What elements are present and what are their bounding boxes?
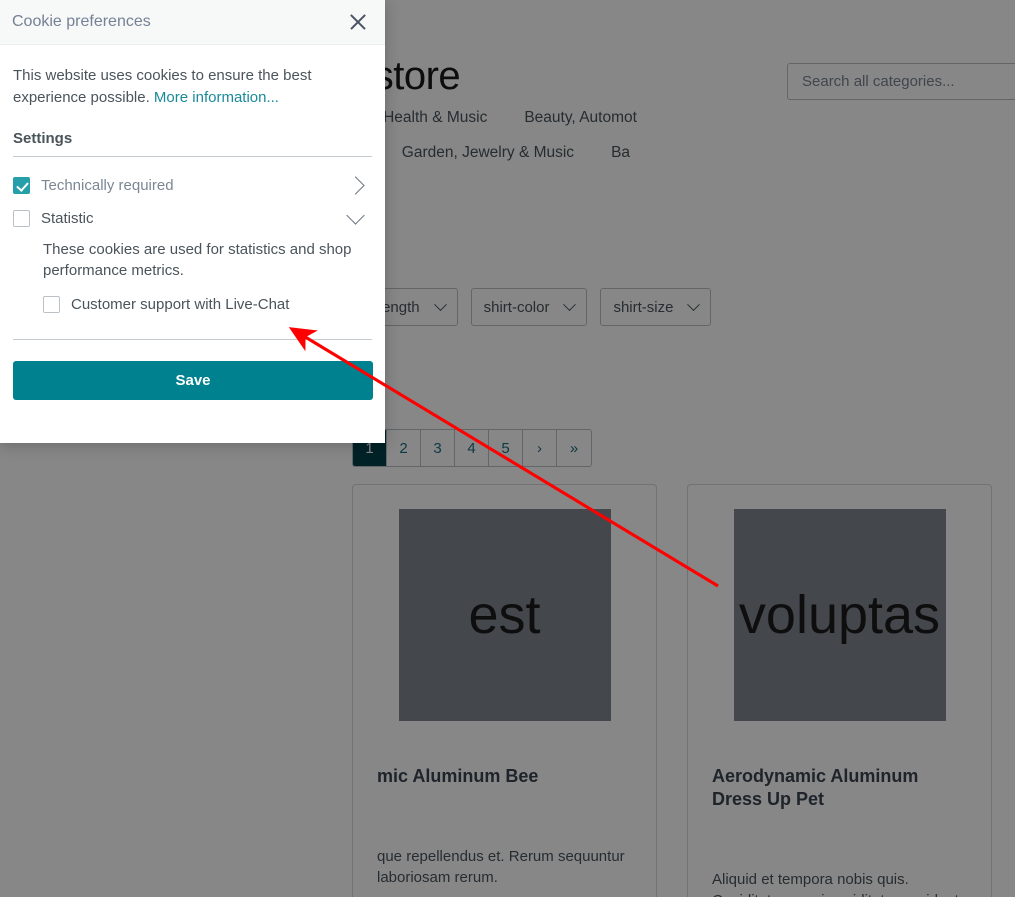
close-icon[interactable] [345, 9, 371, 35]
modal-header: Cookie preferences [0, 0, 385, 45]
modal-body: This website uses cookies to ensure the … [0, 45, 385, 443]
save-button[interactable]: Save [13, 361, 373, 401]
settings-heading: Settings [13, 129, 73, 147]
cookie-group-technically-required: Technically required [13, 175, 372, 197]
cookie-group-description: These cookies are used for statistics an… [43, 240, 352, 280]
checkbox-live-chat[interactable] [43, 296, 60, 314]
more-information-link[interactable]: More information... [154, 89, 279, 106]
cookie-group-statistic: Statistic [13, 206, 372, 230]
checkbox-statistic[interactable] [13, 210, 30, 228]
chevron-right-icon[interactable] [346, 176, 365, 195]
cookie-preferences-modal: Cookie preferences This website uses coo… [0, 0, 385, 443]
chevron-down-icon[interactable] [346, 206, 365, 225]
cookie-sub-item-label: Customer support with Live-Chat [71, 296, 290, 314]
footer-divider [13, 339, 372, 341]
checkbox-technically-required [13, 177, 30, 195]
modal-title: Cookie preferences [12, 13, 151, 30]
settings-divider [13, 155, 372, 157]
cookie-sub-item-live-chat: Customer support with Live-Chat [43, 296, 372, 314]
cookie-intro-text: This website uses cookies to ensure the … [13, 65, 343, 109]
cookie-group-label: Statistic [41, 210, 94, 228]
cookie-group-label: Technically required [41, 177, 174, 195]
